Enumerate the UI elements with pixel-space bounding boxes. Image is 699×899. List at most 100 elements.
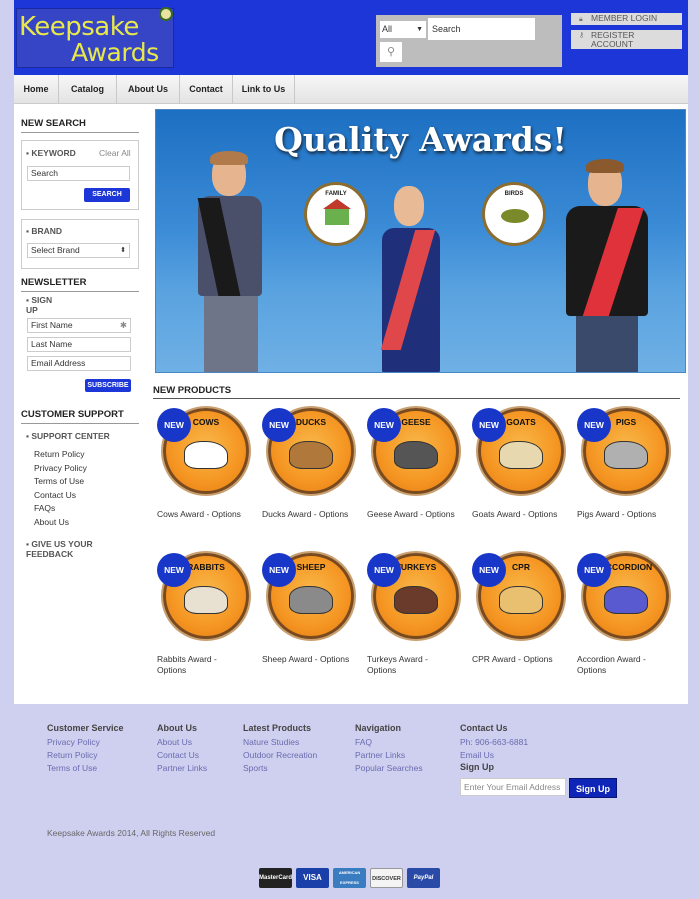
product-caption-link[interactable]: Sheep Award - Options bbox=[262, 654, 366, 665]
discover-icon: DISCOVER bbox=[370, 868, 403, 888]
product-caption-link[interactable]: Geese Award - Options bbox=[367, 509, 471, 520]
footer-email-link[interactable]: Email Us bbox=[460, 749, 528, 762]
search-category-value: All bbox=[382, 24, 393, 34]
footer-link-popular[interactable]: Popular Searches bbox=[355, 762, 423, 775]
brand-label: ▪ BRAND bbox=[26, 226, 63, 236]
logo-medal-icon bbox=[159, 7, 173, 21]
nav-about-us[interactable]: About Us bbox=[117, 75, 180, 104]
footer-heading-latest-products: Latest Products bbox=[243, 723, 312, 733]
product-caption-link[interactable]: Rabbits Award - Options bbox=[157, 654, 235, 676]
product-caption-link[interactable]: Pigs Award - Options bbox=[577, 509, 681, 520]
required-asterisk-icon: ✱ bbox=[119, 320, 127, 330]
support-link-return-policy[interactable]: Return Policy bbox=[34, 448, 87, 462]
keyword-label: ▪ KEYWORD bbox=[26, 148, 76, 158]
footer-link-faq[interactable]: FAQ bbox=[355, 736, 423, 749]
copyright: Keepsake Awards 2014, All Rights Reserve… bbox=[47, 828, 216, 838]
product-caption-link[interactable]: Ducks Award - Options bbox=[262, 509, 366, 520]
product-card[interactable]: ACCORDION NEW Accordion Award - Options bbox=[577, 553, 682, 683]
new-badge: NEW bbox=[157, 408, 191, 442]
support-center-label: ▪ SUPPORT CENTER bbox=[26, 431, 110, 441]
new-search-heading: NEW SEARCH bbox=[21, 118, 139, 133]
last-name-field[interactable]: Last Name bbox=[27, 337, 131, 352]
footer-link-nature[interactable]: Nature Studies bbox=[243, 736, 317, 749]
product-card[interactable]: DUCKS NEW Ducks Award - Options bbox=[262, 408, 367, 538]
hero-banner[interactable]: Quality Awards! FAMILY BIRDS bbox=[155, 109, 686, 373]
new-badge: NEW bbox=[472, 553, 506, 587]
nav-contact[interactable]: Contact bbox=[180, 75, 233, 104]
product-illustration bbox=[184, 441, 228, 469]
search-input[interactable]: Search bbox=[428, 18, 535, 40]
footer-link-partner[interactable]: Partner Links bbox=[157, 762, 207, 775]
product-card[interactable]: COWS NEW Cows Award - Options bbox=[157, 408, 262, 538]
product-illustration bbox=[604, 441, 648, 469]
support-link-about[interactable]: About Us bbox=[34, 516, 87, 530]
support-link-contact[interactable]: Contact Us bbox=[34, 489, 87, 503]
feedback-link[interactable]: ▪ GIVE US YOUR FEEDBACK bbox=[26, 539, 106, 559]
register-account-button[interactable]: ⚷ REGISTER ACCOUNT bbox=[571, 30, 682, 49]
brand-select-value: Select Brand bbox=[31, 245, 80, 255]
amex-icon: AMERICAN EXPRESS bbox=[333, 868, 366, 888]
site-logo[interactable]: Keepsake Awards bbox=[16, 7, 174, 68]
member-login-button[interactable]: 🔒︎ MEMBER LOGIN bbox=[571, 13, 682, 25]
product-illustration bbox=[289, 586, 333, 614]
clear-all-link[interactable]: Clear All bbox=[99, 148, 131, 158]
new-badge: NEW bbox=[262, 553, 296, 587]
product-caption-link[interactable]: Accordion Award - Options bbox=[577, 654, 655, 676]
nav-home[interactable]: Home bbox=[14, 75, 59, 104]
footer-signup-heading: Sign Up bbox=[460, 762, 494, 772]
footer-email-input[interactable]: Enter Your Email Address bbox=[460, 778, 566, 796]
product-card[interactable]: CPR NEW CPR Award - Options bbox=[472, 553, 577, 683]
footer-signup-button[interactable]: Sign Up bbox=[569, 778, 617, 798]
brand-select[interactable]: Select Brand ⬍ bbox=[27, 243, 130, 258]
product-caption-link[interactable]: Goats Award - Options bbox=[472, 509, 576, 520]
email-field[interactable]: Email Address bbox=[27, 356, 131, 371]
subscribe-button[interactable]: SUBSCRIBE bbox=[85, 379, 131, 392]
new-badge: NEW bbox=[157, 553, 191, 587]
newsletter-heading: NEWSLETTER bbox=[21, 277, 139, 292]
select-arrows-icon: ⬍ bbox=[120, 247, 126, 254]
footer-link-terms[interactable]: Terms of Use bbox=[47, 762, 124, 775]
search-button[interactable]: SEARCH bbox=[84, 188, 130, 202]
mastercard-icon: MasterCard bbox=[259, 868, 292, 888]
logo-text-awards: Awards bbox=[71, 38, 159, 67]
nav-link-to-us[interactable]: Link to Us bbox=[233, 75, 295, 104]
customer-support-heading: CUSTOMER SUPPORT bbox=[21, 409, 139, 424]
footer-link-return[interactable]: Return Policy bbox=[47, 749, 124, 762]
search-category-select[interactable]: All ▼ bbox=[380, 21, 426, 38]
product-card[interactable]: RABBITS NEW Rabbits Award - Options bbox=[157, 553, 262, 683]
hero-kid-right-image bbox=[566, 159, 648, 372]
new-badge: NEW bbox=[367, 408, 401, 442]
support-link-faqs[interactable]: FAQs bbox=[34, 502, 87, 516]
footer-link-outdoor[interactable]: Outdoor Recreation bbox=[243, 749, 317, 762]
product-card[interactable]: TURKEYS NEW Turkeys Award - Options bbox=[367, 553, 472, 683]
product-card[interactable]: GOATS NEW Goats Award - Options bbox=[472, 408, 577, 538]
footer-link-sports[interactable]: Sports bbox=[243, 762, 317, 775]
footer-link-about[interactable]: About Us bbox=[157, 736, 207, 749]
hero-kid-center-image bbox=[380, 182, 440, 372]
footer-link-privacy[interactable]: Privacy Policy bbox=[47, 736, 124, 749]
product-caption-link[interactable]: CPR Award - Options bbox=[472, 654, 576, 665]
search-icon[interactable]: ⚲ bbox=[380, 42, 402, 62]
footer-navigation: Navigation FAQ Partner Links Popular Sea… bbox=[355, 723, 423, 775]
sign-up-label: ▪ SIGN UP bbox=[26, 295, 53, 315]
keyword-input[interactable]: Search bbox=[27, 166, 130, 181]
product-illustration bbox=[394, 441, 438, 469]
nav-catalog[interactable]: Catalog bbox=[59, 75, 117, 104]
product-card[interactable]: GEESE NEW Geese Award - Options bbox=[367, 408, 472, 538]
product-caption-link[interactable]: Cows Award - Options bbox=[157, 509, 261, 520]
member-login-label: MEMBER LOGIN bbox=[591, 13, 658, 23]
product-caption-link[interactable]: Turkeys Award - Options bbox=[367, 654, 445, 676]
first-name-field[interactable]: First Name ✱ bbox=[27, 318, 131, 333]
chevron-down-icon: ▼ bbox=[416, 26, 423, 33]
hero-kid-left-image bbox=[197, 151, 262, 372]
product-card[interactable]: PIGS NEW Pigs Award - Options bbox=[577, 408, 682, 538]
footer-link-contact[interactable]: Contact Us bbox=[157, 749, 207, 762]
product-illustration bbox=[184, 586, 228, 614]
support-link-privacy-policy[interactable]: Privacy Policy bbox=[34, 462, 87, 476]
footer-link-partner-links[interactable]: Partner Links bbox=[355, 749, 423, 762]
footer-about-us: About Us About Us Contact Us Partner Lin… bbox=[157, 723, 207, 775]
product-illustration bbox=[499, 586, 543, 614]
support-link-terms[interactable]: Terms of Use bbox=[34, 475, 87, 489]
birds-medal-image: BIRDS bbox=[482, 182, 546, 246]
product-card[interactable]: SHEEP NEW Sheep Award - Options bbox=[262, 553, 367, 683]
